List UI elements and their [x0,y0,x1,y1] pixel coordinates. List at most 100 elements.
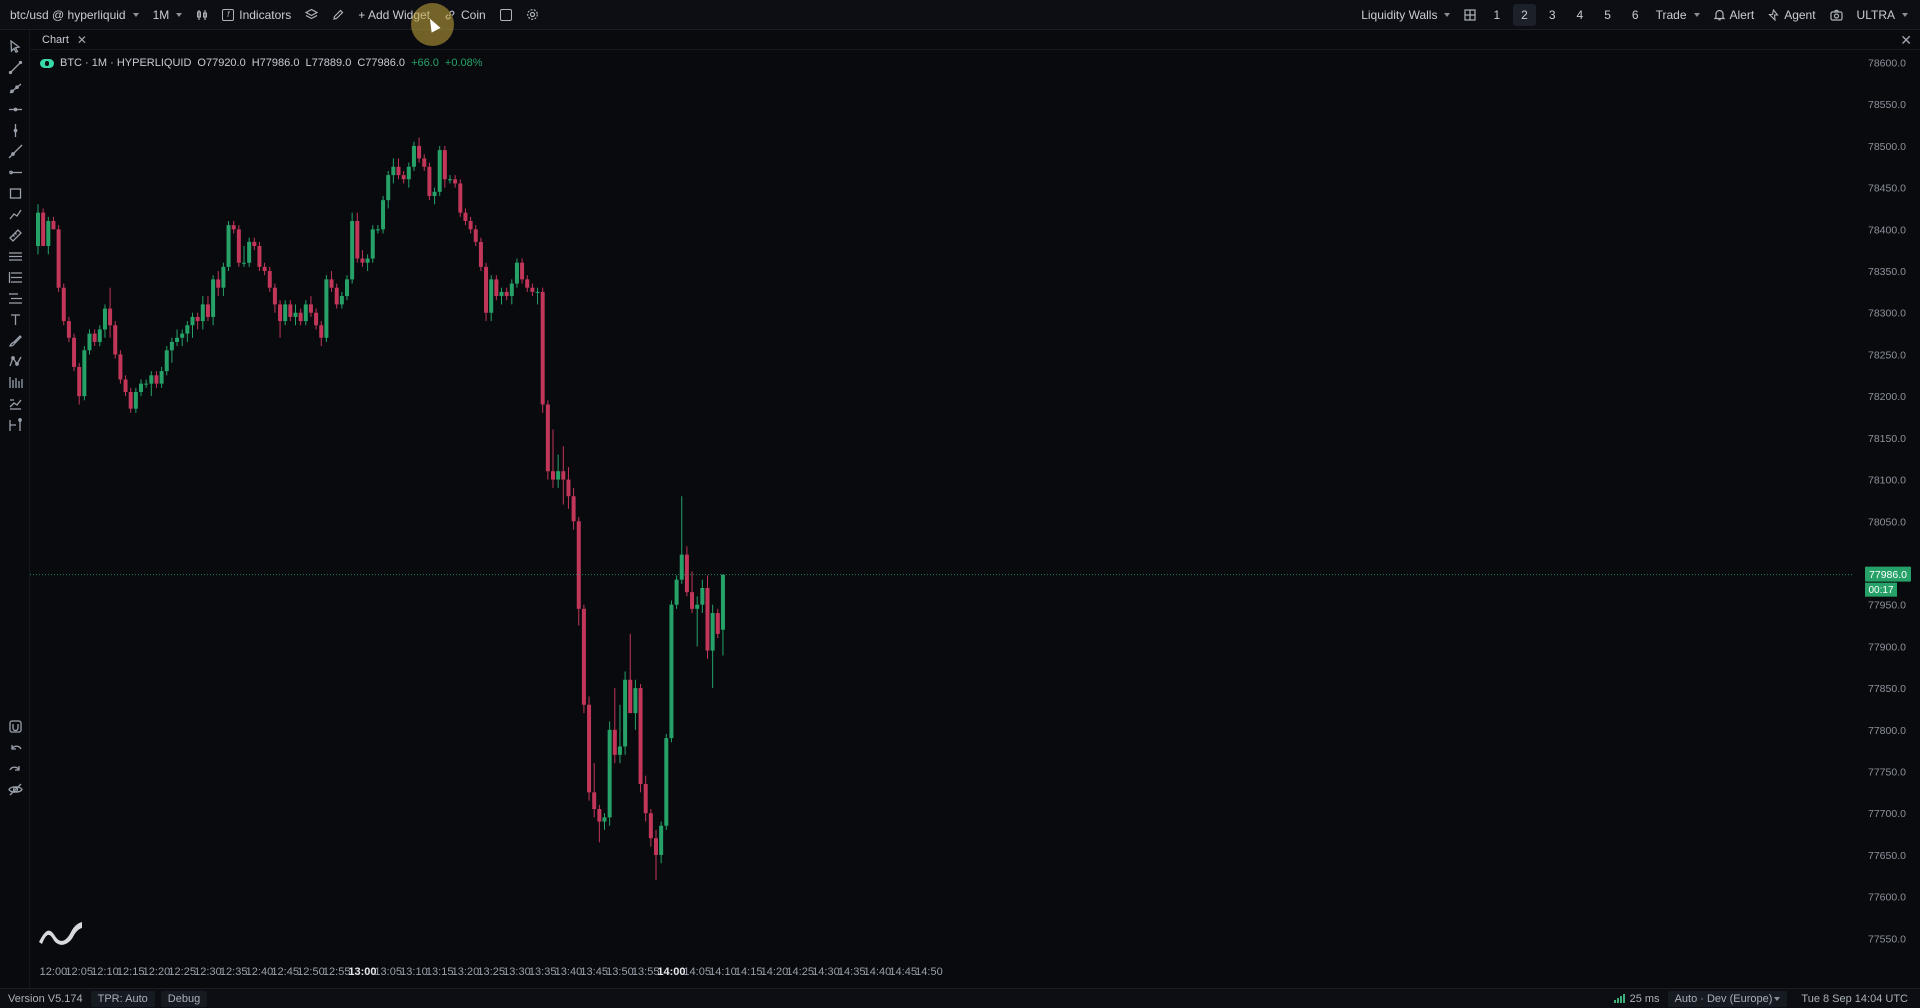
redo-icon[interactable] [6,759,24,777]
settings-button[interactable] [519,0,546,30]
forecast-tool-icon[interactable] [6,394,24,412]
layers-button[interactable] [298,0,325,30]
server-selector[interactable]: Auto · Dev (Europe) [1667,990,1788,1007]
time-tick-label: 12:25 [168,966,196,978]
chevron-down-icon [132,12,139,17]
chart-type-button[interactable] [189,0,215,30]
measure-tool-icon[interactable] [6,415,24,433]
horizontal-line-tool-icon[interactable] [6,100,24,118]
candle-body [324,279,329,338]
tab-chart[interactable]: Chart ✕ [30,30,99,50]
liquidity-walls-dropdown[interactable]: Liquidity Walls [1354,0,1457,30]
time-tick-label: 12:30 [194,966,222,978]
candle-body [375,229,380,231]
extended-line-tool-icon[interactable] [6,142,24,160]
time-tick-label: 13:20 [452,966,480,978]
agent-button[interactable]: Agent [1761,0,1822,30]
candle-body [56,229,61,288]
candle-body [669,604,674,739]
hide-drawings-icon[interactable] [6,780,24,798]
candle-body [185,325,190,334]
symbol-selector[interactable]: btc/usd @ hyperliquid [0,0,146,30]
countdown-text: 00:17 [1868,585,1893,596]
layout-tab-4[interactable]: 4 [1569,4,1592,26]
candle-body [190,316,195,326]
trend-line-tool-icon[interactable] [6,58,24,76]
price-tick-label: 78350.0 [1868,266,1906,278]
time-tick-label: 13:55 [632,966,660,978]
fib-extension-tool-icon[interactable] [6,289,24,307]
candle-body [386,175,391,201]
tpr-button[interactable]: TPR: Auto [90,990,155,1007]
candle-body [504,291,509,297]
plan-dropdown[interactable]: ULTRA [1850,0,1920,30]
price-chart[interactable]: 77986.0 00:17 78600.0 78550.0 78500.0 78450.… [30,50,1920,988]
hyperliquid-logo-icon [40,58,54,68]
candle-body [36,212,40,247]
rectangle-tool-icon[interactable] [6,184,24,202]
parallel-channel-tool-icon[interactable] [6,247,24,265]
candle-body [679,554,684,580]
checkbox-button[interactable] [493,0,519,30]
candle-body [623,679,628,747]
candle-body [149,375,154,384]
add-widget-button[interactable]: + Add Widget [351,0,437,30]
candle-body [442,150,447,180]
brush-tool-icon[interactable] [6,331,24,349]
indicators-button[interactable]: f Indicators [215,0,298,30]
version-label: Version V5.174 [8,992,83,1005]
magnet-icon[interactable] [6,717,24,735]
coin-button[interactable]: Coin [437,0,493,30]
fib-retracement-tool-icon[interactable] [6,268,24,286]
legend-change: +66.0 [411,57,439,69]
candle-body [87,333,92,351]
alert-button[interactable]: Alert [1707,0,1762,30]
horizontal-ray-tool-icon[interactable] [6,163,24,181]
layout-tab-1[interactable]: 1 [1485,4,1508,26]
candle-body [463,212,468,221]
candle-body [525,279,530,288]
candle-body [556,471,561,480]
draw-button[interactable] [325,0,351,30]
plan-label: ULTRA [1856,7,1895,22]
pattern-tool-icon[interactable] [6,352,24,370]
candle-body [133,391,138,409]
text-tool-icon[interactable] [6,310,24,328]
candle-body [396,166,401,176]
candle-body [97,329,102,342]
cursor-tool-icon[interactable] [6,37,24,55]
screenshot-button[interactable] [1823,0,1850,30]
vertical-line-tool-icon[interactable] [6,121,24,139]
indicators-label: Indicators [239,7,292,22]
candle-body [664,738,669,826]
candle-body [437,150,442,192]
debug-button[interactable]: Debug [160,990,208,1007]
trade-dropdown[interactable]: Trade [1649,0,1707,30]
volume-profile-tool-icon[interactable] [6,373,24,391]
legend-title: BTC · 1M · HYPERLIQUID [60,57,192,69]
candle-body [381,200,386,230]
ruler-tool-icon[interactable] [6,226,24,244]
chevron-down-icon [1774,996,1781,1001]
chart-legend: BTC · 1M · HYPERLIQUID O77920.0 H77986.0… [40,57,483,69]
tab-chart-label: Chart [42,33,69,46]
candle-body [720,574,725,630]
price-tick-label: 78100.0 [1868,475,1906,487]
candle-body [684,554,689,593]
layout-tab-6[interactable]: 6 [1624,4,1647,26]
path-tool-icon[interactable] [6,205,24,223]
undo-icon[interactable] [6,738,24,756]
layout-tab-3[interactable]: 3 [1541,4,1564,26]
timeframe-selector[interactable]: 1M [146,0,190,30]
layout-grid-button[interactable] [1457,0,1483,30]
candle-body [236,229,241,263]
ray-tool-icon[interactable] [6,79,24,97]
candle-body [355,220,360,259]
candle-body [628,679,633,714]
candle-body [51,220,56,230]
close-icon[interactable]: ✕ [77,33,87,47]
layout-tab-2[interactable]: 2 [1513,3,1536,26]
close-panel-icon[interactable]: ✕ [1900,32,1912,49]
layout-tab-5[interactable]: 5 [1596,4,1619,26]
alert-label: Alert [1729,7,1755,22]
